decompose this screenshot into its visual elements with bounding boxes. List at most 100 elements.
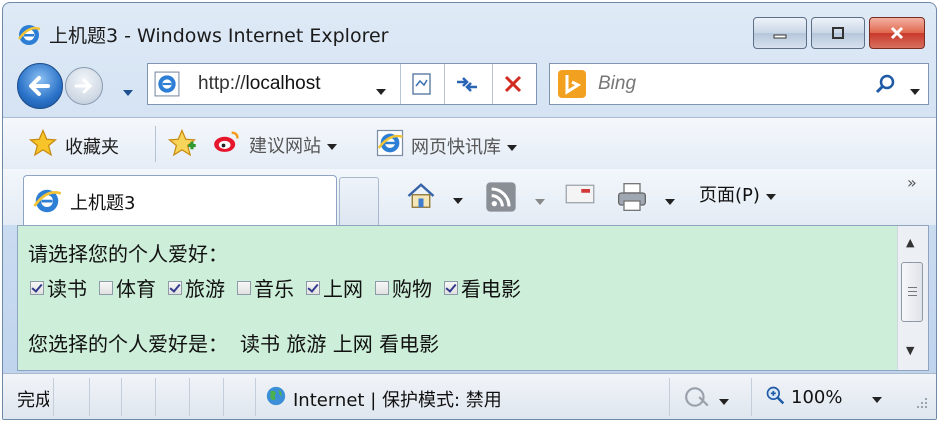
hobby-label: 旅游 (185, 277, 225, 301)
hobby-checkbox-group: 读书 体育 旅游 音乐 上网 购物 看电影 (30, 273, 533, 302)
hobby-label: 读书 (47, 277, 87, 301)
status-text: 完成 (17, 390, 49, 411)
checkbox-shopping[interactable] (375, 280, 389, 295)
ie-logo-icon (17, 23, 41, 51)
browser-window: 上机题3 - Windows Internet Explorer http://… (2, 2, 937, 420)
hobby-result: 您选择的个人爱好是： 读书 旅游 上网 看电影 (28, 328, 533, 357)
refresh-icon[interactable] (454, 73, 480, 99)
hobby-option-shopping[interactable]: 购物 (375, 273, 432, 302)
page-content: 请选择您的个人爱好： 读书 体育 旅游 音乐 上网 购物 看电影 您选择的个人爱… (17, 225, 929, 371)
scroll-down-icon[interactable]: ▼ (906, 344, 914, 357)
scroll-up-icon[interactable]: ▲ (906, 236, 914, 249)
tab-active[interactable]: 上机题3 (23, 175, 337, 227)
hobby-label: 看电影 (461, 277, 521, 301)
result-label: 您选择的个人爱好是： (28, 332, 228, 356)
tab-ie-icon (32, 186, 62, 220)
print-button[interactable] (615, 181, 675, 217)
hobby-option-music[interactable]: 音乐 (237, 273, 294, 302)
vertical-scrollbar[interactable]: ▲ ▼ (897, 226, 928, 370)
blocked-dropdown-icon (719, 390, 729, 409)
print-dropdown-icon (665, 190, 675, 209)
web-slice-gallery-label: 网页快讯库 (411, 136, 501, 158)
globe-icon (265, 385, 287, 412)
printer-icon (615, 181, 649, 217)
checkbox-movies[interactable] (444, 280, 458, 295)
zoom-control[interactable]: 100% (765, 385, 883, 410)
title-bar: 上机题3 - Windows Internet Explorer (3, 3, 936, 53)
search-icon[interactable] (874, 73, 896, 99)
hobby-option-sports[interactable]: 体育 (99, 273, 156, 302)
home-button[interactable] (405, 181, 463, 215)
mail-icon (565, 181, 595, 211)
feeds-button[interactable] (485, 181, 545, 217)
hobby-label: 购物 (392, 277, 432, 301)
web-slice-dropdown-icon (507, 135, 517, 156)
search-input[interactable]: Bing (598, 73, 636, 95)
ie-page-icon (375, 128, 405, 163)
checkbox-reading[interactable] (30, 280, 44, 295)
favorites-star-icon (27, 128, 59, 163)
page-menu-dropdown-icon (765, 184, 776, 205)
add-to-favorites-bar-button[interactable] (165, 128, 199, 163)
maximize-button[interactable] (811, 17, 865, 49)
favorites-bar: 收藏夹 建议网站 网页快讯库 (3, 117, 936, 170)
web-slice-gallery-button[interactable]: 网页快讯库 (375, 128, 517, 163)
hobby-option-internet[interactable]: 上网 (306, 273, 363, 302)
blocked-content-icon (683, 384, 711, 414)
search-box[interactable]: Bing (549, 63, 929, 105)
page-icon (154, 71, 180, 101)
favorites-button[interactable]: 收藏夹 (27, 128, 119, 163)
hobby-option-travel[interactable]: 旅游 (168, 273, 225, 302)
forward-arrow-icon (74, 78, 93, 94)
pop-up-blocker-button[interactable] (683, 384, 729, 414)
favorites-label: 收藏夹 (65, 136, 119, 158)
home-dropdown-icon (453, 189, 463, 208)
add-favorite-icon (165, 128, 199, 163)
checkbox-internet[interactable] (306, 280, 320, 295)
hobby-option-reading[interactable]: 读书 (30, 273, 87, 302)
status-bar: 完成 Internet | 保护模式: 禁用 100% (3, 373, 936, 419)
close-button[interactable] (869, 17, 925, 49)
resize-grip-icon[interactable] (913, 396, 931, 418)
back-button[interactable] (17, 63, 63, 109)
scroll-thumb[interactable] (901, 262, 923, 322)
zone-text: Internet | 保护模式: 禁用 (293, 389, 502, 411)
feeds-dropdown-icon (535, 190, 545, 209)
checkbox-music[interactable] (237, 280, 251, 295)
suggested-sites-button[interactable]: 建议网站 (211, 128, 337, 161)
forward-button[interactable] (65, 67, 103, 105)
navigation-bar: http://localhost Bing (3, 59, 936, 109)
result-values: 读书 旅游 上网 看电影 (240, 332, 440, 356)
read-mail-button[interactable] (565, 181, 595, 211)
zoom-dropdown-icon (872, 387, 883, 408)
stop-icon[interactable] (502, 73, 524, 99)
hobby-label: 上网 (323, 277, 363, 301)
url-text[interactable]: http://localhost (198, 73, 321, 95)
hobby-prompt: 请选择您的个人爱好： (28, 242, 228, 266)
page-menu-button[interactable]: 页面(P) (699, 181, 776, 207)
hobby-option-movies[interactable]: 看电影 (444, 273, 521, 302)
minimize-button[interactable] (753, 17, 807, 49)
more-commands-chevron-icon[interactable]: » (907, 173, 917, 192)
checkbox-sports[interactable] (99, 280, 113, 295)
close-icon (870, 18, 924, 48)
tab-label: 上机题3 (70, 193, 136, 214)
hobby-label: 体育 (116, 277, 156, 301)
address-bar[interactable]: http://localhost (147, 63, 537, 105)
zoom-magnifier-icon (765, 385, 785, 410)
suggested-sites-dropdown-icon (327, 134, 337, 155)
weibo-icon (211, 128, 243, 161)
search-dropdown-icon[interactable] (910, 80, 920, 99)
bing-logo-icon (558, 70, 586, 98)
maximize-icon (812, 18, 864, 48)
security-zone[interactable]: Internet | 保护模式: 禁用 (265, 385, 502, 412)
window-title: 上机题3 - Windows Internet Explorer (49, 25, 389, 47)
checkbox-travel[interactable] (168, 280, 182, 295)
address-dropdown-icon[interactable] (376, 80, 386, 99)
zoom-level: 100% (791, 387, 843, 408)
new-tab-button[interactable] (339, 177, 379, 225)
back-arrow-icon (29, 76, 50, 96)
page-menu-label: 页面(P) (699, 185, 760, 206)
compatibility-view-icon[interactable] (410, 72, 434, 100)
recent-pages-dropdown-icon[interactable] (123, 81, 133, 100)
